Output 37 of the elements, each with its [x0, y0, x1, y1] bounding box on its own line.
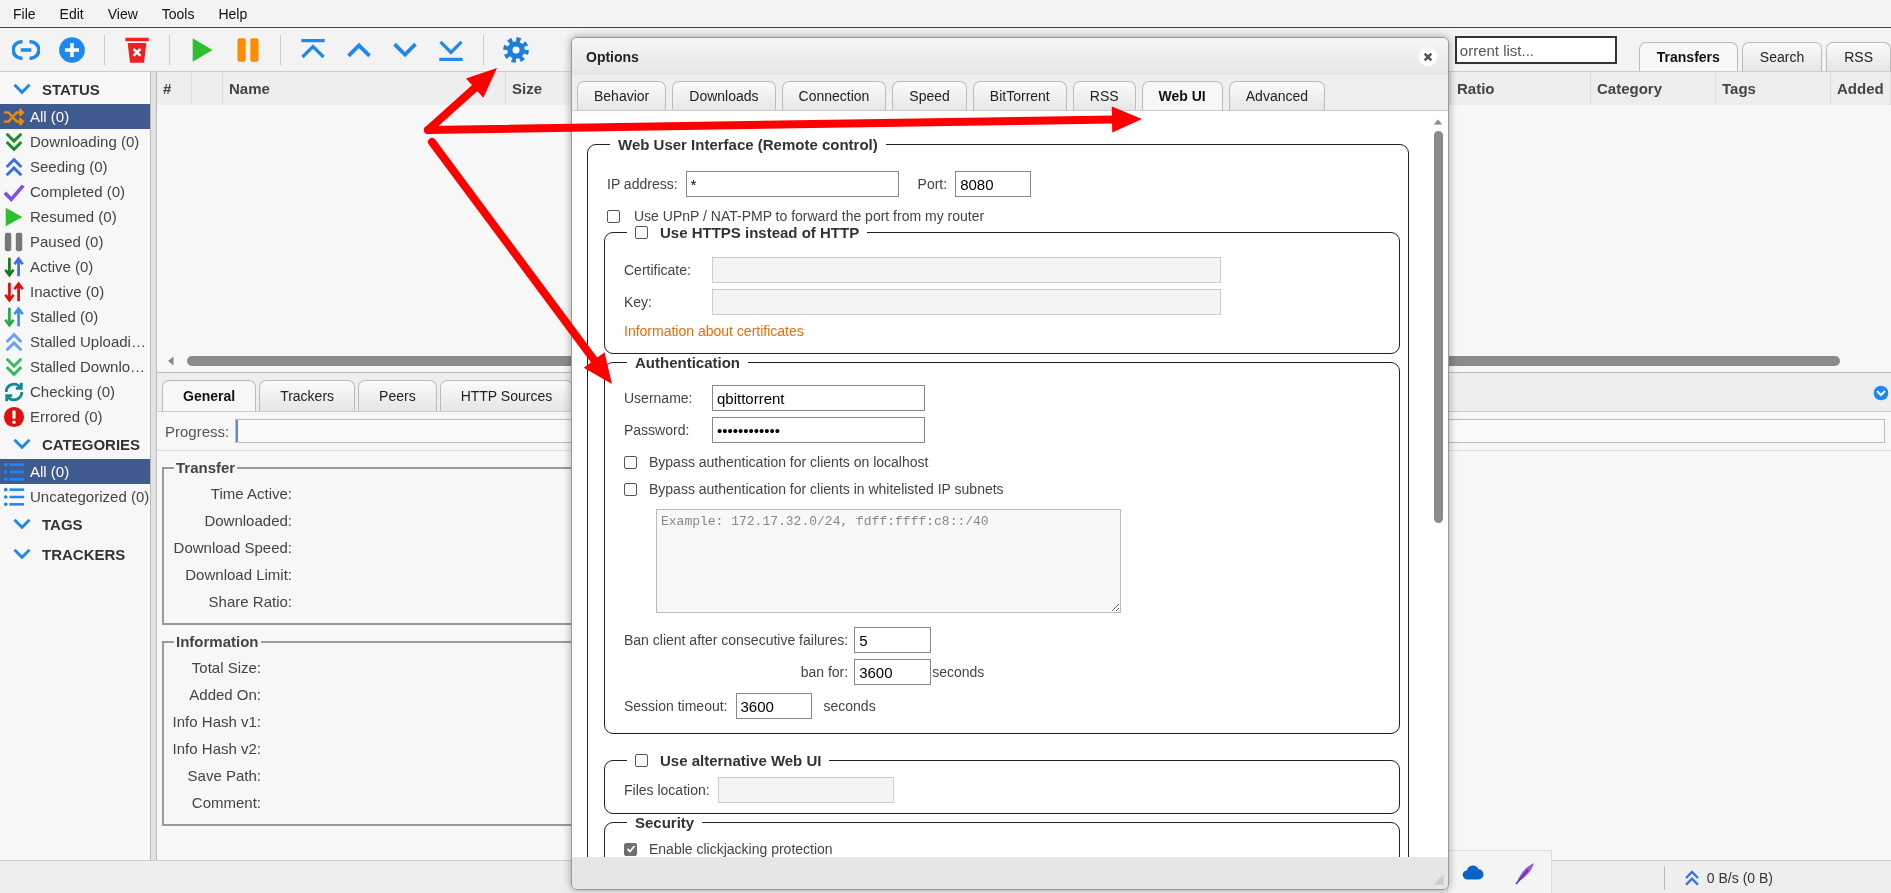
- field-label: Session timeout:: [624, 698, 728, 714]
- group-title: Web User Interface (Remote control): [617, 136, 879, 153]
- field-label: Files location:: [624, 782, 710, 798]
- field-label: Username:: [624, 390, 694, 406]
- field-label: Time Active:: [210, 485, 292, 502]
- checkbox-label: Use alternative Web UI: [660, 752, 822, 769]
- checkbox-label: Bypass authentication for clients on localhost: [649, 454, 929, 470]
- field-label: Download Speed:: [173, 539, 292, 556]
- field-label: Info Hash v1:: [172, 713, 261, 730]
- field-label: Info Hash v2:: [172, 740, 261, 757]
- unit-label: seconds: [932, 664, 985, 680]
- field-label: Downloaded:: [204, 512, 292, 529]
- field-label: Save Path:: [187, 767, 261, 784]
- field-label: Share Ratio:: [208, 593, 292, 610]
- progress-label: Progress:: [165, 422, 230, 440]
- field-label: Port:: [917, 176, 948, 192]
- group-title: Authentication: [634, 354, 741, 371]
- field-label: ban for:: [799, 664, 849, 680]
- field-label: Ban client after consecutive failures:: [624, 632, 849, 648]
- group-title: Security: [634, 814, 696, 831]
- checkbox-label: Use UPnP / NAT-PMP to forward the port from my router: [634, 208, 985, 224]
- checkbox-label: Bypass authentication for clients in whitelisted IP subnets: [649, 481, 1004, 497]
- field-label: Download Limit:: [185, 566, 292, 583]
- field-label: Total Size:: [191, 659, 261, 676]
- group-title: Transfer: [175, 459, 237, 476]
- field-label: Comment:: [191, 794, 261, 811]
- dialog-title: Options: [586, 48, 639, 65]
- field-label: IP address:: [607, 176, 678, 192]
- group-title: Information: [175, 633, 260, 650]
- unit-label: seconds: [823, 698, 876, 714]
- checkbox-label: Enable clickjacking protection: [649, 841, 833, 857]
- field-label: Password:: [624, 422, 691, 438]
- field-label: Added On:: [189, 686, 261, 703]
- checkbox-label: Use HTTPS instead of HTTP: [660, 224, 860, 241]
- field-label: Key:: [624, 294, 653, 310]
- upload-speed: 0 B/s (0 B): [1706, 869, 1773, 886]
- field-label: Certificate:: [624, 262, 692, 278]
